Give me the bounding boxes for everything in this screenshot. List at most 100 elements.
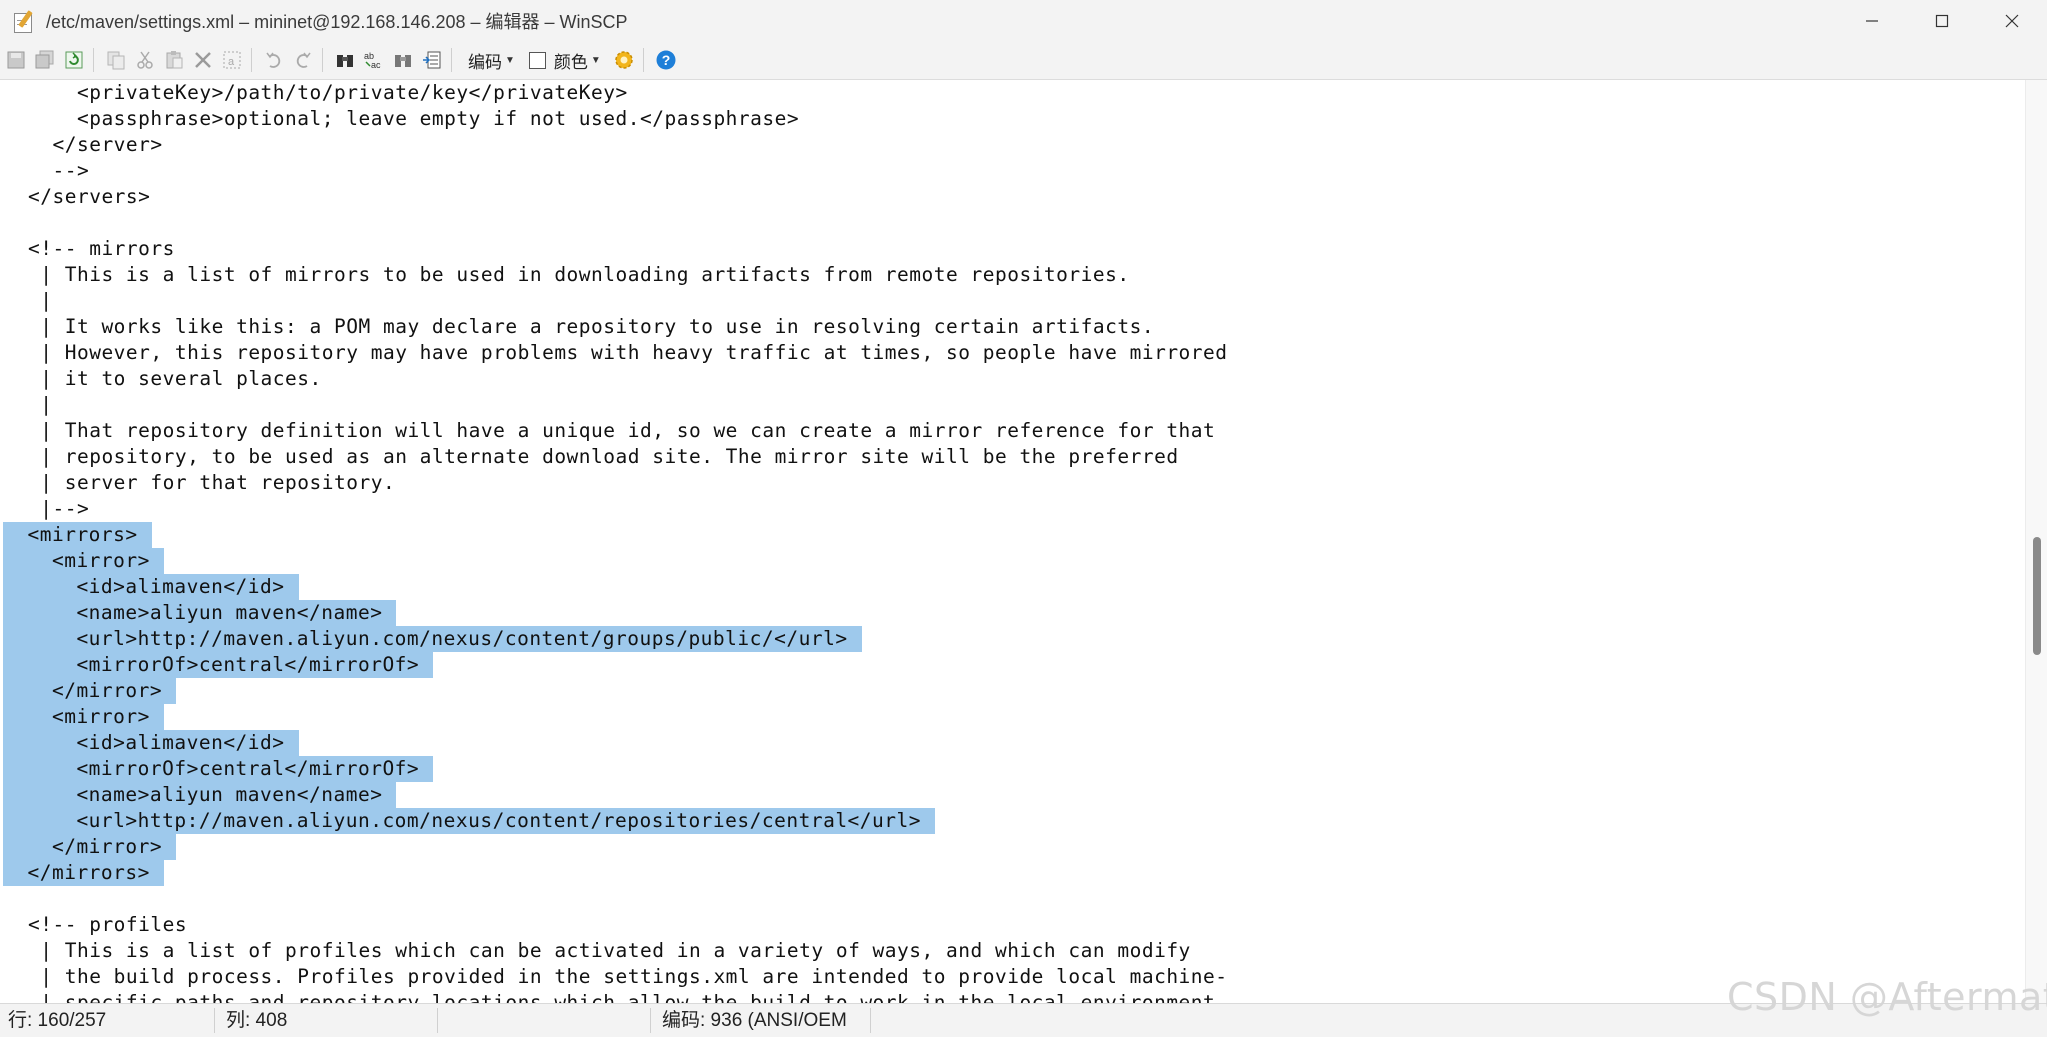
minimize-button[interactable] bbox=[1837, 0, 1907, 41]
paste-icon bbox=[166, 51, 183, 69]
cut-button[interactable] bbox=[132, 46, 158, 74]
code-line-text: | the build process. Profiles provided i… bbox=[28, 965, 1228, 988]
save-icon bbox=[7, 51, 25, 69]
code-line: | bbox=[28, 288, 66, 314]
encoding-menu[interactable]: 编码 ▼ bbox=[468, 48, 515, 73]
code-line: <mirrorOf>central</mirrorOf> bbox=[3, 652, 434, 678]
code-line: </server> bbox=[28, 132, 177, 158]
find-next-icon bbox=[395, 55, 411, 67]
text-editor[interactable]: <privateKey>/path/to/private/key</privat… bbox=[0, 80, 2025, 1003]
reload-icon bbox=[65, 51, 83, 69]
code-line: | However, this repository may have prob… bbox=[28, 340, 1242, 366]
chevron-down-icon: ▼ bbox=[505, 54, 515, 66]
code-line: <id>alimaven</id> bbox=[3, 730, 299, 756]
code-line: </mirror> bbox=[3, 678, 177, 704]
encoding-label: 编码 bbox=[468, 52, 502, 72]
editor-app-icon bbox=[12, 9, 34, 33]
close-button[interactable] bbox=[1977, 0, 2047, 41]
code-line-text: <id>alimaven</id> bbox=[3, 730, 299, 756]
svg-text:ac: ac bbox=[371, 60, 381, 70]
code-line: |--> bbox=[28, 496, 103, 522]
find-icon bbox=[337, 55, 353, 67]
scrollbar-thumb[interactable] bbox=[2033, 537, 2041, 655]
code-line-text: <!-- profiles bbox=[28, 913, 188, 936]
color-label: 颜色 bbox=[553, 52, 588, 72]
find-button[interactable] bbox=[332, 46, 358, 74]
code-line-text: <mirrors> bbox=[3, 522, 152, 548]
code-line: <!-- profiles bbox=[28, 912, 201, 938]
color-checkbox[interactable] bbox=[528, 51, 546, 69]
code-line: | That repository definition will have a… bbox=[28, 418, 1229, 444]
delete-icon bbox=[195, 52, 211, 68]
code-line: <passphrase>optional; leave empty if not… bbox=[28, 106, 813, 132]
delete-button[interactable] bbox=[190, 46, 216, 74]
code-line: | It works like this: a POM may declare … bbox=[28, 314, 1168, 340]
code-line-text: </servers> bbox=[28, 185, 151, 208]
csdn-watermark: CSDN @Aftermath bbox=[1727, 975, 2047, 1019]
copy-button[interactable] bbox=[103, 46, 129, 74]
code-line-text: <mirrorOf>central</mirrorOf> bbox=[3, 756, 434, 782]
undo-button[interactable] bbox=[261, 46, 287, 74]
help-icon: ? bbox=[656, 50, 676, 70]
code-line: | bbox=[28, 392, 66, 418]
editor-toolbar: a ab ac 编码 ▼ 颜色 ▼ ? bbox=[0, 41, 2047, 80]
replace-icon: abac bbox=[364, 51, 381, 70]
code-line-text: </mirrors> bbox=[3, 860, 164, 886]
code-line: | This is a list of mirrors to be used i… bbox=[28, 262, 1144, 288]
replace-button[interactable]: ab ac bbox=[361, 46, 387, 74]
redo-icon bbox=[296, 52, 311, 68]
code-line: | specific paths and repository location… bbox=[28, 990, 1242, 1003]
code-line: <privateKey>/path/to/private/key</privat… bbox=[28, 80, 642, 106]
code-line-text: <id>alimaven</id> bbox=[3, 574, 299, 600]
code-line-text: | server for that repository. bbox=[28, 471, 396, 494]
code-line-text: | This is a list of profiles which can b… bbox=[28, 939, 1191, 962]
code-line-text: <name>aliyun maven</name> bbox=[3, 600, 397, 626]
code-line: <name>aliyun maven</name> bbox=[3, 600, 397, 626]
maximize-icon bbox=[1935, 14, 1949, 27]
code-line: <mirrorOf>central</mirrorOf> bbox=[3, 756, 434, 782]
code-line-text: </mirror> bbox=[3, 678, 177, 704]
paste-button[interactable] bbox=[161, 46, 187, 74]
goto-line-button[interactable] bbox=[419, 46, 445, 74]
copy-icon bbox=[107, 51, 125, 70]
code-line-text: <mirrorOf>central</mirrorOf> bbox=[3, 652, 434, 678]
redo-button[interactable] bbox=[290, 46, 316, 74]
code-line-text: <mirror> bbox=[3, 704, 164, 730]
close-icon bbox=[2005, 14, 2019, 27]
color-menu[interactable]: 颜色 ▼ bbox=[554, 48, 601, 73]
settings-icon bbox=[615, 51, 633, 69]
code-line-text: </server> bbox=[28, 133, 163, 156]
vertical-scrollbar[interactable] bbox=[2025, 80, 2047, 1003]
preferences-button[interactable] bbox=[611, 46, 637, 74]
code-line: | the build process. Profiles provided i… bbox=[28, 964, 1242, 990]
code-line-text: | This is a list of mirrors to be used i… bbox=[28, 263, 1130, 286]
maximize-button[interactable] bbox=[1907, 0, 1977, 41]
code-line-text: | It works like this: a POM may declare … bbox=[28, 315, 1155, 338]
code-line-text: | bbox=[28, 289, 53, 312]
code-line: --> bbox=[28, 158, 103, 184]
cut-icon bbox=[137, 51, 153, 69]
chevron-down-icon: ▼ bbox=[590, 54, 601, 66]
code-line-text: <name>aliyun maven</name> bbox=[3, 782, 397, 808]
select-all-button[interactable]: a bbox=[219, 46, 245, 74]
save-all-button[interactable] bbox=[32, 46, 58, 74]
status-line: 行: 160/257 bbox=[8, 1010, 107, 1031]
code-line: <mirror> bbox=[3, 704, 164, 730]
window-title: /etc/maven/settings.xml – mininet@192.16… bbox=[46, 11, 628, 32]
undo-icon bbox=[266, 52, 281, 68]
code-line: <id>alimaven</id> bbox=[3, 574, 299, 600]
svg-text:a: a bbox=[228, 56, 235, 68]
code-line: | This is a list of profiles which can b… bbox=[28, 938, 1205, 964]
code-line-text: | specific paths and repository location… bbox=[28, 991, 1228, 1003]
reload-button[interactable] bbox=[61, 46, 87, 74]
help-button[interactable]: ? bbox=[653, 46, 679, 74]
code-line-text: | repository, to be used as an alternate… bbox=[28, 445, 1179, 468]
find-next-button[interactable] bbox=[390, 46, 416, 74]
code-line-text: | However, this repository may have prob… bbox=[28, 341, 1228, 364]
save-all-icon bbox=[35, 50, 54, 69]
code-line: <mirrors> bbox=[3, 522, 152, 548]
code-line-text: <passphrase>optional; leave empty if not… bbox=[28, 107, 800, 130]
save-button[interactable] bbox=[3, 46, 29, 74]
code-line: <url>http://maven.aliyun.com/nexus/conte… bbox=[3, 808, 935, 834]
